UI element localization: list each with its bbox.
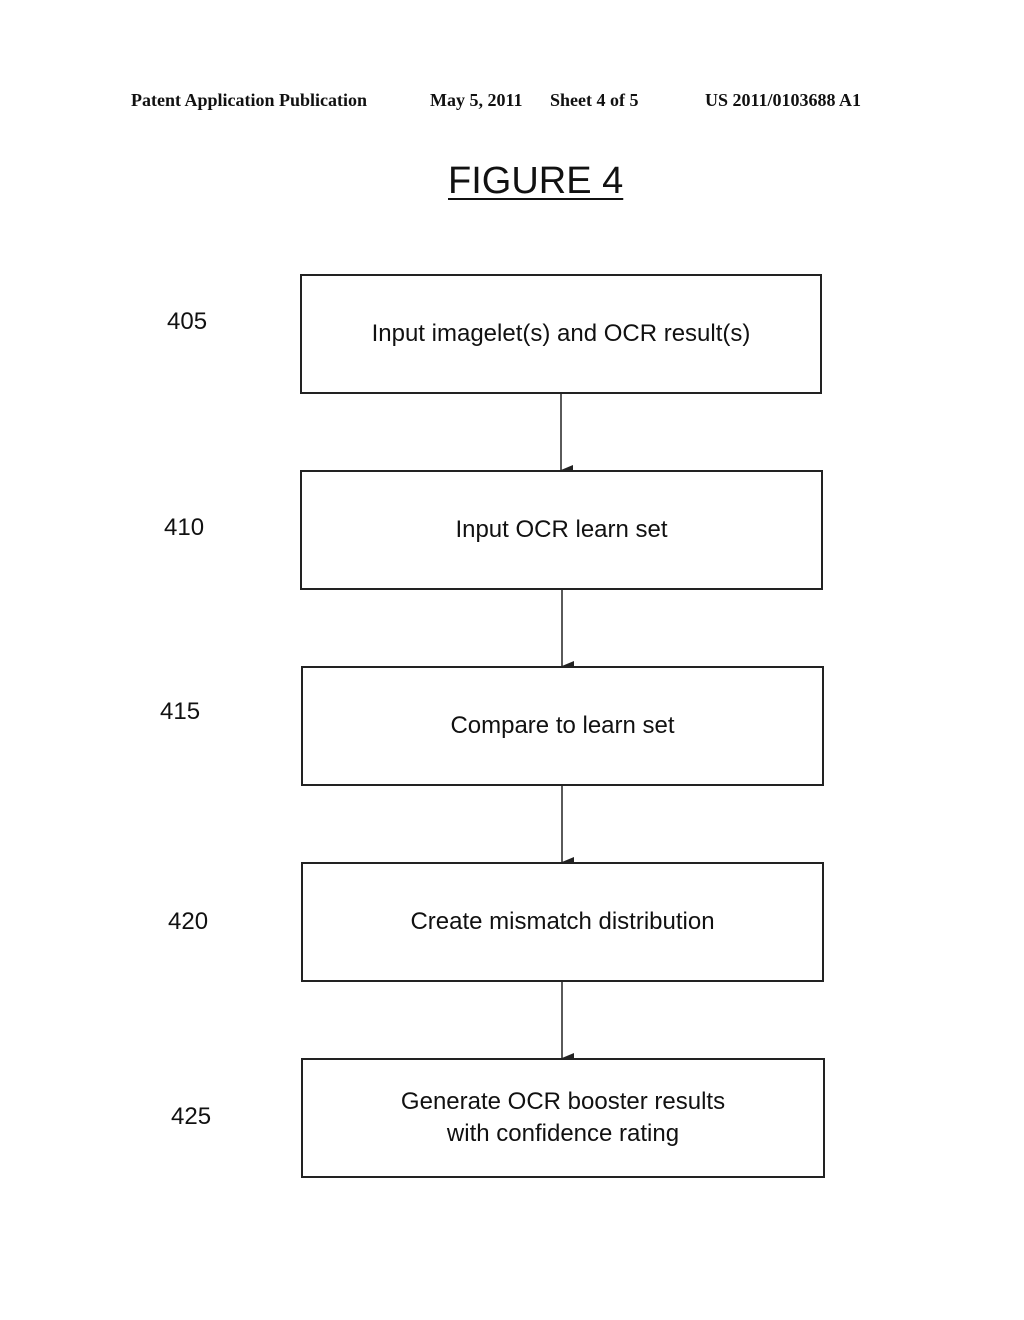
step-box-415: Compare to learn set bbox=[301, 666, 824, 786]
step-label: Input imagelet(s) and OCR result(s) bbox=[371, 320, 751, 347]
step-label: Create mismatch distribution bbox=[410, 908, 715, 935]
step-ref-425: 425 bbox=[171, 1103, 212, 1130]
step-ref-410: 410 bbox=[164, 514, 205, 541]
step-label: Generate OCR booster results with confid… bbox=[400, 1088, 726, 1147]
step-ref-420: 420 bbox=[168, 908, 209, 935]
step-box-425: Generate OCR booster results with confid… bbox=[301, 1058, 825, 1178]
step-ref-415: 415 bbox=[160, 698, 201, 725]
step-box-420: Create mismatch distribution bbox=[301, 862, 824, 982]
step-box-410: Input OCR learn set bbox=[300, 470, 823, 590]
step-label: Input OCR learn set bbox=[455, 516, 668, 543]
step-box-405: Input imagelet(s) and OCR result(s) bbox=[300, 274, 822, 394]
step-label: Compare to learn set bbox=[450, 712, 675, 739]
step-ref-405: 405 bbox=[167, 308, 208, 335]
